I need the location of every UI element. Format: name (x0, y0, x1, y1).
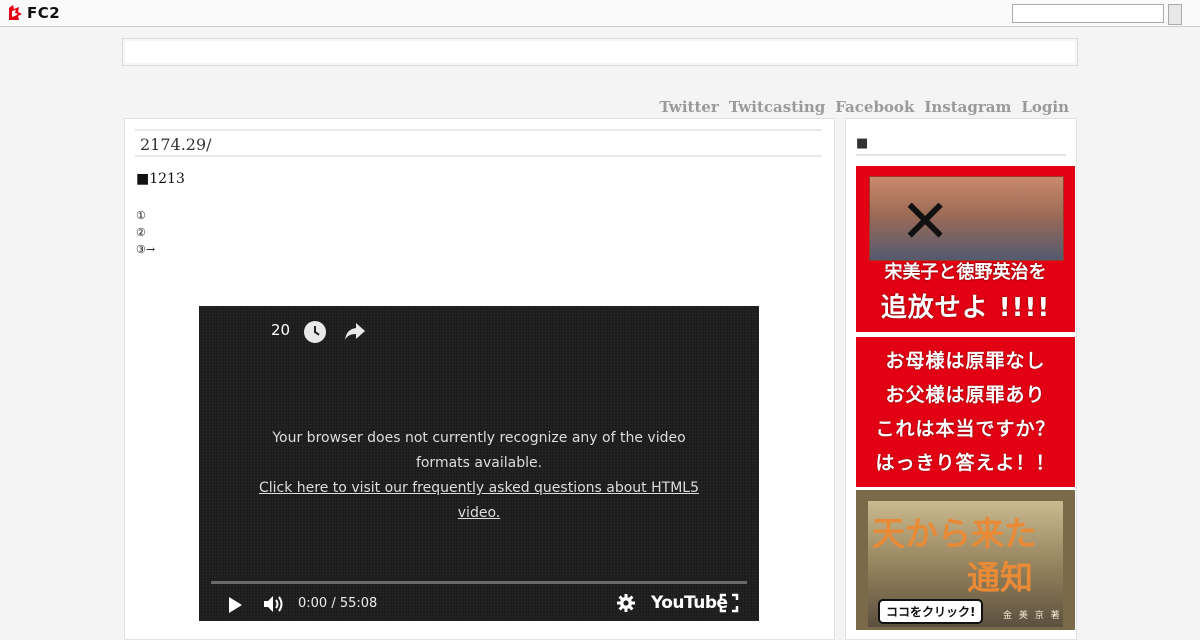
entry-list: ① ② ③→ (136, 207, 155, 258)
sidebar: ■ ✕ 宋美子と徳野英治を 追放せよ !!!! お母様は原罪なし お父様は原罪あ… (845, 118, 1077, 640)
settings-gear-icon[interactable] (616, 593, 636, 613)
video-time: 0:00 / 55:08 (298, 596, 378, 611)
nav-link-login[interactable]: Login (1021, 98, 1069, 118)
video-error-text: Your browser does not currently recogniz… (272, 430, 686, 471)
nav-link-twitcasting[interactable]: Twitcasting (729, 98, 825, 118)
entry-title[interactable]: 2174.29/ (135, 129, 822, 157)
list-item: ① (136, 209, 146, 222)
banner-line: お父様は原罪あり (885, 384, 1046, 406)
nav-links: Twitter Twitcasting Facebook Instagram L… (659, 98, 1069, 118)
book-cover: 天から来た 通知 ココをクリック! 金 美 京 著 (868, 501, 1063, 627)
banner-expel[interactable]: ✕ 宋美子と徳野英治を 追放せよ !!!! (856, 166, 1075, 332)
book-title-2: 通知 (967, 558, 1033, 597)
nav-link-facebook[interactable]: Facebook (835, 98, 914, 118)
click-here-button[interactable]: ココをクリック! (878, 599, 984, 624)
fc2-logo-text: FC2 (27, 4, 61, 22)
banner-original-sin[interactable]: お母様は原罪なし お父様は原罪あり これは本当ですか？ はっきり答えよ！！ (856, 337, 1075, 487)
sidebar-title: ■ (856, 136, 1066, 156)
cross-mark-icon: ✕ (900, 187, 951, 257)
video-error-message: Your browser does not currently recogniz… (249, 426, 709, 526)
video-progress-bar[interactable] (211, 581, 747, 584)
banner-line: お母様は原罪なし (885, 350, 1046, 372)
nav-link-instagram[interactable]: Instagram (924, 98, 1011, 118)
html5-faq-link[interactable]: Click here to visit our frequently asked… (249, 476, 709, 526)
banner-names: 宋美子と徳野英治を (884, 262, 1047, 283)
play-icon[interactable] (227, 596, 243, 614)
share-icon[interactable] (343, 320, 367, 342)
nav-link-twitter[interactable]: Twitter (659, 98, 718, 118)
entry-line: ■1213 (136, 171, 185, 187)
banner-book[interactable]: 天から来た 通知 ココをクリック! 金 美 京 著 (856, 490, 1075, 630)
fullscreen-icon[interactable] (719, 593, 739, 613)
fc2-search-button[interactable] (1168, 4, 1182, 25)
banner-line: これは本当ですか？ (875, 418, 1056, 440)
video-player[interactable]: 20 Your browser does not currently recog… (199, 306, 759, 621)
volume-icon[interactable] (263, 594, 285, 614)
youtube-logo[interactable]: YouTube (651, 593, 728, 613)
fc2-search-input[interactable] (1012, 4, 1164, 23)
video-title[interactable]: 20 (271, 321, 290, 339)
clock-icon[interactable] (304, 321, 326, 343)
blog-header-box (122, 38, 1078, 66)
list-item: ③→ (136, 243, 156, 256)
fc2-logo[interactable]: FC2 (6, 4, 60, 22)
fc2-logo-icon (9, 5, 22, 20)
book-title-1: 天から来た (872, 514, 1037, 553)
list-item: ② (136, 226, 146, 239)
fc2-top-bar: FC2 (0, 0, 1200, 27)
book-author: 金 美 京 著 (1003, 611, 1062, 621)
banner-slogan: 追放せよ !!!! (880, 293, 1051, 323)
video-controls: 0:00 / 55:08 YouTube (199, 588, 759, 618)
banner-line: はっきり答えよ！！ (875, 452, 1056, 474)
banner-photo: ✕ (869, 176, 1064, 261)
main-entry-column: 2174.29/ ■1213 ① ② ③→ ① 20 Your browser … (124, 118, 835, 640)
